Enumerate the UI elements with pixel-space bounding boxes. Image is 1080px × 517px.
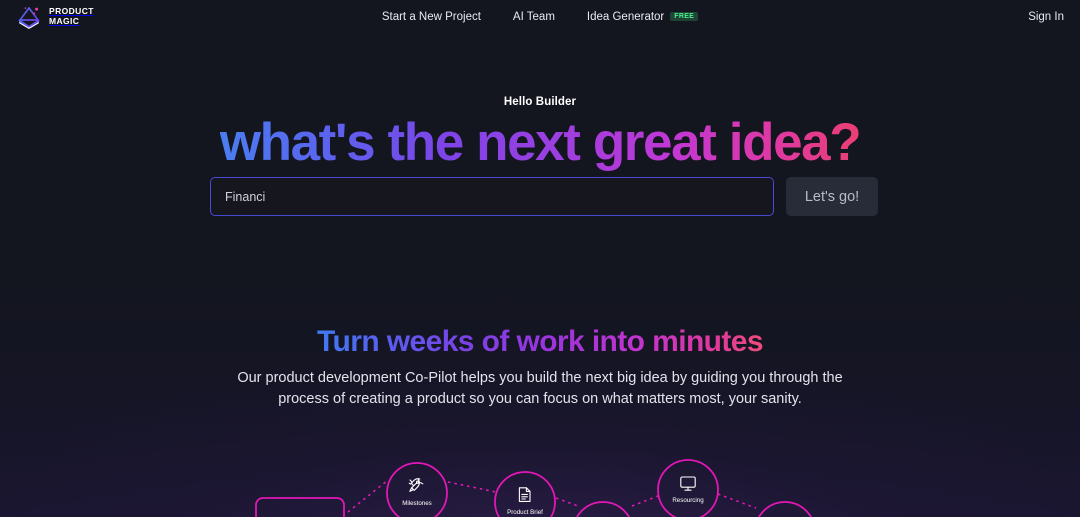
feature-title: Turn weeks of work into minutes [317,325,764,358]
nav-label: Idea Generator [586,10,665,23]
node-label: Product Brief [507,509,543,516]
brand-wordmark: PRODUCT MAGIC [49,6,94,26]
idea-search-row: Let's go! [210,177,878,216]
brand-logo-link[interactable]: PRODUCT MAGIC [16,5,94,29]
nav-item-idea-generator[interactable]: Idea Generator FREE [586,10,699,23]
node-circle [386,462,448,517]
diagram-node-milestones: Milestones [386,462,448,517]
free-badge: FREE [670,11,699,22]
nav-item-ai-team[interactable]: AI Team [513,11,555,23]
nav-item-start-a-new-project[interactable]: Start a New Project [382,11,481,23]
process-diagram: Milestones Product Brief Resourcing [0,440,1080,517]
diagram-node-partial-middle [575,501,631,517]
diagram-node-resourcing: Resourcing [657,459,719,517]
brand-line-2: MAGIC [49,15,80,26]
nav-label: Start a New Project [381,10,481,23]
rocket-icon [408,478,424,492]
sign-in-link[interactable]: Sign In [1028,11,1064,23]
pyramid-sparkle-logo-icon [18,6,40,29]
feature-body-text: Our product development Co-Pilot helps y… [237,370,843,407]
node-label: Resourcing [672,497,704,504]
feature-section: Turn weeks of work into minutes Our prod… [0,325,1080,410]
nav-links: Start a New Project AI Team Idea Generat… [0,0,1080,33]
diagram-node-rect [255,497,345,517]
monitor-icon [680,476,696,491]
hero-title: what's the next great idea? [219,113,862,172]
lets-go-button[interactable]: Let's go! [786,177,878,216]
diagram-node-product-brief: Product Brief [494,471,556,517]
greeting-text: Hello Builder [503,96,577,108]
node-label: Milestones [402,500,432,507]
hero-section: Hello Builder what's the next great idea… [0,96,1080,171]
page-root: PRODUCT MAGIC Start a New Project AI Tea… [0,0,1080,517]
diagram-node-partial-right [757,501,813,517]
top-navbar: PRODUCT MAGIC Start a New Project AI Tea… [0,0,1080,33]
document-icon [518,487,531,502]
nav-label: AI Team [512,10,555,23]
idea-search-input[interactable] [210,177,774,216]
